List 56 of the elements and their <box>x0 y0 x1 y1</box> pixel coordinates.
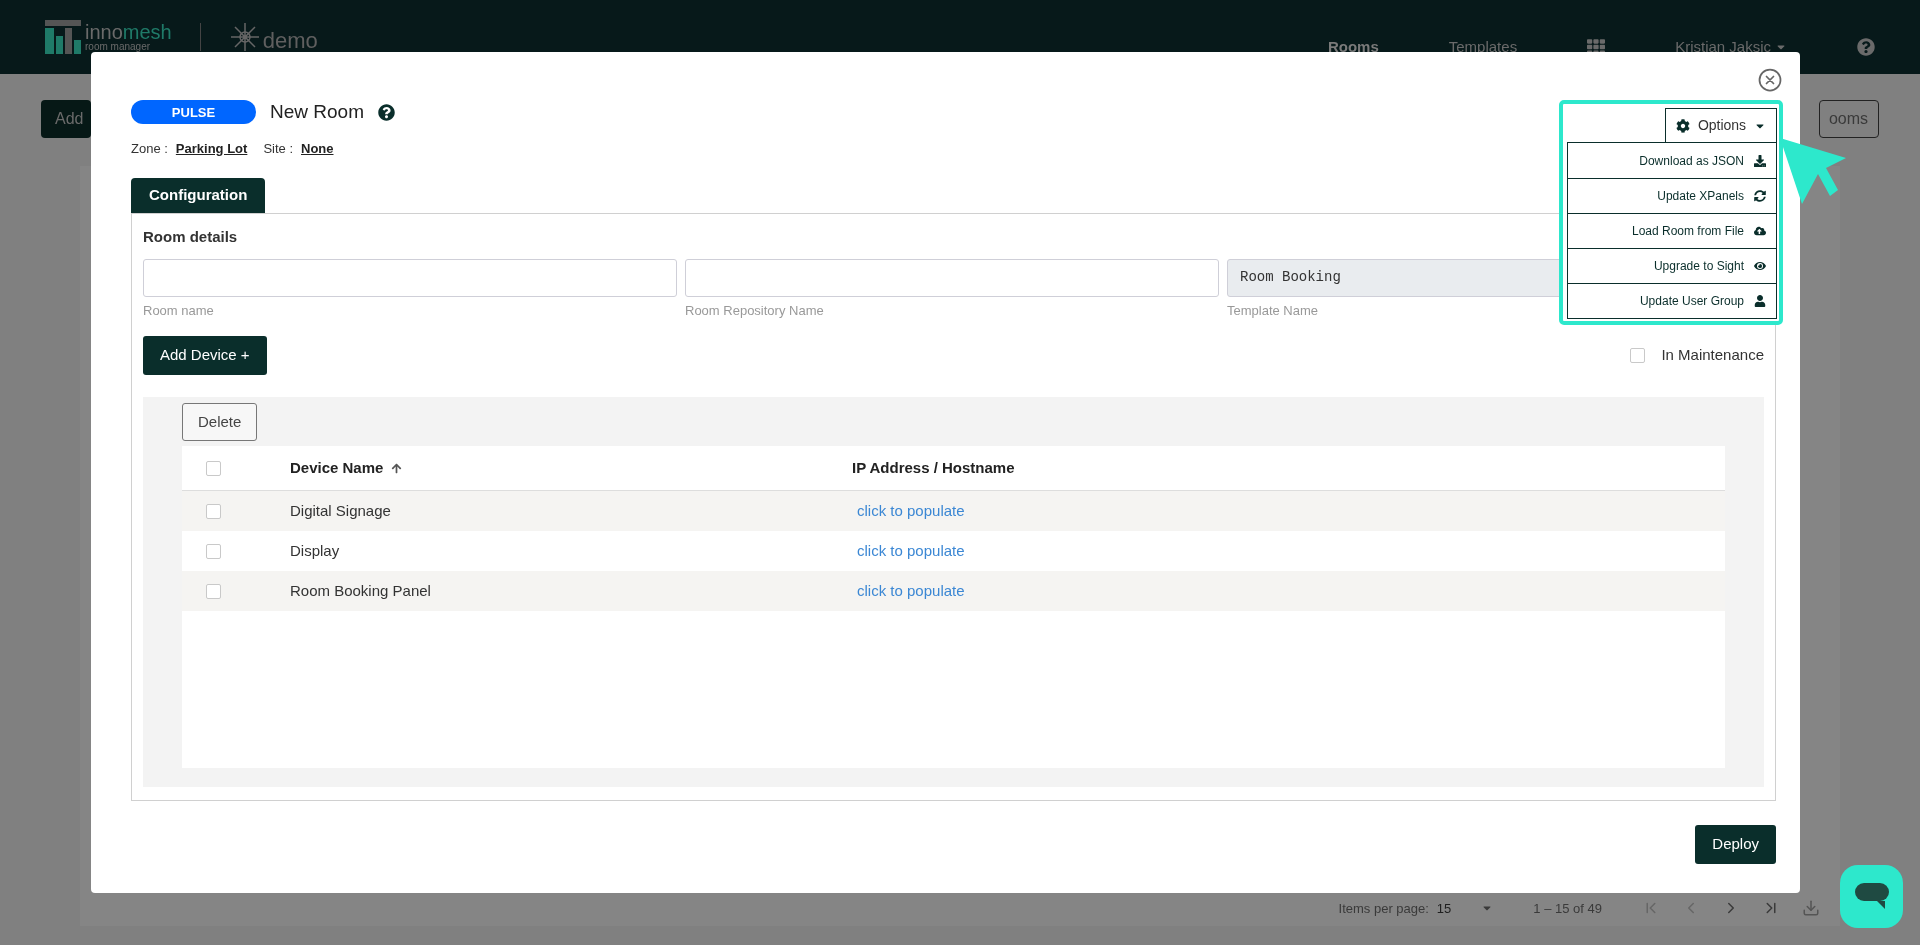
table-cell-text: Room Booking Panel <box>290 580 432 601</box>
brand-name: innomesh <box>85 22 172 42</box>
logo-icon <box>45 20 81 54</box>
column-header[interactable]: Device Name <box>290 456 384 480</box>
cloud-upload-icon <box>1754 225 1766 237</box>
page-range: 1 – 15 of 49 <box>1533 899 1602 918</box>
modal-title: New Room <box>270 100 364 124</box>
configuration-tab[interactable]: Configuration <box>131 178 266 213</box>
items-per-page-label: Items per page: <box>1338 899 1429 918</box>
zone-label: Zone : <box>131 139 168 158</box>
checkbox[interactable] <box>206 460 221 476</box>
user-icon <box>1754 295 1766 307</box>
menu-item[interactable]: Download as JSON <box>1568 143 1776 178</box>
site-link[interactable]: None <box>301 138 334 158</box>
add-device-button[interactable]: Add Device + <box>143 336 267 375</box>
help-icon[interactable] <box>378 103 395 121</box>
items-per-page-select[interactable]: 15 <box>1436 898 1452 918</box>
download-icon[interactable] <box>1802 899 1820 918</box>
close-icon[interactable] <box>1756 66 1784 94</box>
deploy-button[interactable]: Deploy <box>1695 825 1776 864</box>
section-title: Room details <box>143 227 238 247</box>
gear-icon <box>1675 118 1690 133</box>
refresh-icon <box>1754 190 1766 202</box>
field-label: Template Name <box>1227 301 1319 320</box>
field-label: Room Repository Name <box>685 301 824 320</box>
populate-link[interactable]: click to populate <box>857 539 965 563</box>
delete-button[interactable]: Delete <box>182 403 258 441</box>
snowflake-icon <box>228 21 261 53</box>
menu-item[interactable]: Update User Group <box>1568 283 1776 318</box>
pulse-badge: PULSE <box>131 100 256 125</box>
field-label: Room name <box>143 301 214 320</box>
table-cell-text: Display <box>290 540 341 561</box>
chat-button[interactable] <box>1840 865 1903 928</box>
eye-icon <box>1754 260 1766 272</box>
site-label: Site : <box>263 139 293 158</box>
chat-bubble-icon <box>1854 882 1889 911</box>
tenant-name: demo <box>262 26 318 55</box>
sort-arrow-icon[interactable] <box>391 462 403 474</box>
table-cell-text: Digital Signage <box>290 500 392 521</box>
populate-link[interactable]: click to populate <box>857 579 965 603</box>
menu-item[interactable]: Update XPanels <box>1568 178 1776 213</box>
menu-item[interactable]: Upgrade to Sight <box>1568 248 1776 283</box>
text-field[interactable] <box>685 258 1219 297</box>
checkbox[interactable] <box>206 543 221 559</box>
column-header[interactable]: IP Address / Hostname <box>852 456 1015 480</box>
zone-link[interactable]: Parking Lot <box>175 138 248 158</box>
populate-link[interactable]: click to populate <box>857 499 965 523</box>
menu-item[interactable]: Load Room from File <box>1568 213 1776 248</box>
download-icon <box>1754 154 1766 167</box>
maintenance-label: In Maintenance <box>1661 345 1764 366</box>
brand-subtitle: room manager <box>85 42 152 52</box>
options-button[interactable]: Options <box>1665 108 1777 142</box>
checkbox[interactable] <box>1630 348 1646 363</box>
text-field[interactable] <box>143 258 677 297</box>
checkbox[interactable] <box>206 583 221 599</box>
checkbox[interactable] <box>206 503 221 519</box>
